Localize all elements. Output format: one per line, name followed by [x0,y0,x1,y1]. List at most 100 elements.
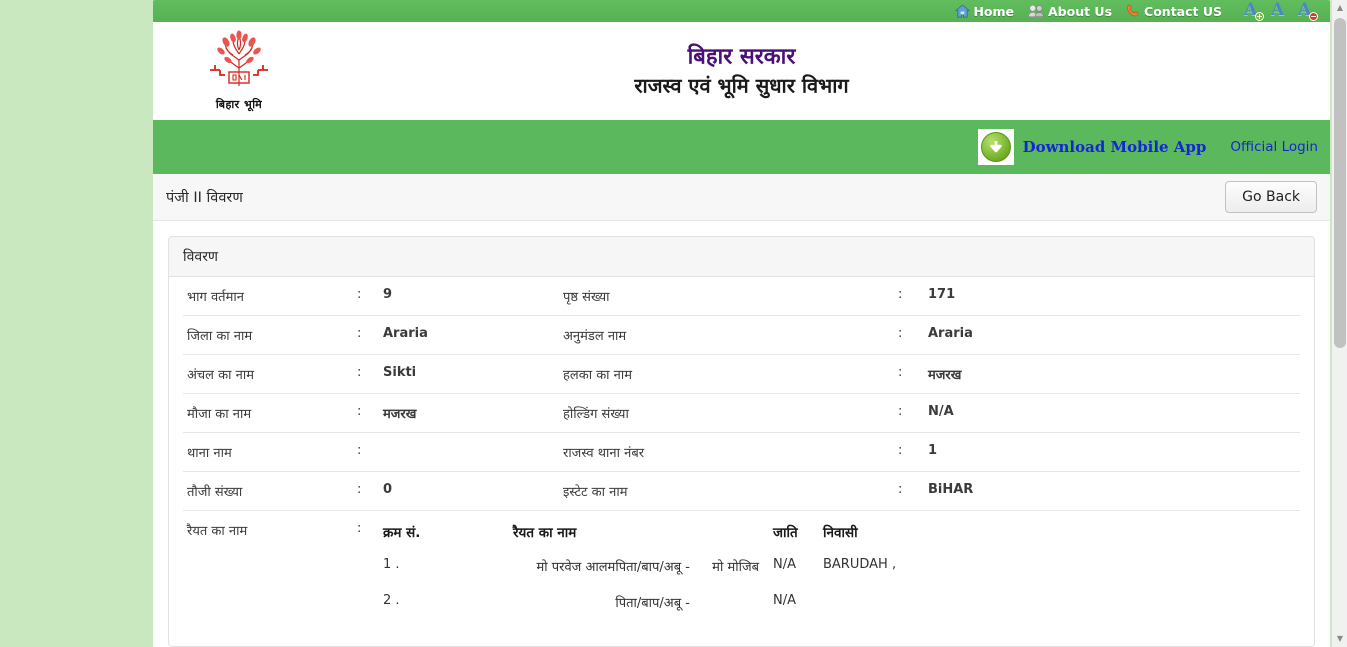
raiyat-name: मो परवेज आलम [536,560,616,575]
row-colon: : [353,315,379,355]
scroll-thumb[interactable] [1334,18,1346,348]
raiyat-relation: पिता/बाप/अबू - [615,560,690,575]
site-title-sub: राजस्व एवं भूमि सुधार विभाग [634,73,849,98]
page-heading-bar: पंजी II विवरण Go Back [153,174,1330,221]
table-row: भाग वर्तमान : 9 पृष्ठ संख्या : 171 [183,277,1300,316]
raiyat-father-name [712,593,773,629]
raiyat-father-name: मो मोजिब [712,560,760,575]
nav-about-us[interactable]: About Us [1028,4,1112,19]
increase-font-size-icon[interactable]: A + [1244,1,1264,21]
raiyat-section-row: रैयत का नाम : क्रम सं. रैयत का नाम जाति … [183,511,1300,640]
raiyat-name [513,593,615,629]
row-colon-2: : [894,471,924,511]
default-font-size-icon[interactable]: A [1271,0,1289,20]
raiyat-caste: N/A [773,593,796,608]
top-nav-links: Home About Us Contact US A + A A − [955,0,1318,21]
row-colon-2: : [894,277,924,316]
row-value: Sikti [379,354,559,394]
detail-panel: विवरण भाग वर्तमान : 9 पृष्ठ संख्या : 171 [168,236,1315,647]
download-icon[interactable] [977,129,1014,165]
scroll-down-arrow[interactable]: ▼ [1332,631,1347,647]
row-label: थाना नाम [183,432,353,472]
raiyat-relation: पिता/बाप/अबू - [615,596,690,611]
row-colon: : [353,354,379,394]
row-value-2: मजरख [924,354,1300,394]
detail-panel-body: भाग वर्तमान : 9 पृष्ठ संख्या : 171 जिला … [169,277,1314,639]
row-colon: : [353,277,379,316]
raiyat-section-label: रैयत का नाम [187,524,248,539]
row-value-2: BiHAR [924,471,1300,511]
row-label-2: इस्टेट का नाम [559,471,894,511]
site-title-main: बिहार सरकार [687,44,796,70]
row-label: जिला का नाम [183,315,353,355]
scroll-up-arrow[interactable]: ▲ [1332,0,1347,16]
detail-panel-heading: विवरण [169,237,1314,277]
row-colon-2: : [894,354,924,394]
raiyat-header-sno: क्रम सं. [383,525,421,541]
nav-about-us-label: About Us [1048,3,1113,19]
raiyat-section-colon: : [357,521,362,536]
row-colon: : [353,393,379,433]
official-login-link[interactable]: Official Login [1230,139,1318,155]
row-value [379,432,559,472]
row-value: 9 [379,277,559,316]
site-titles: बिहार सरकार राजस्व एवं भूमि सुधार विभाग [153,43,1330,100]
table-row: अंचल का नाम : Sikti हलका का नाम : मजरख [183,354,1300,394]
row-value: मजरख [379,393,559,433]
masthead: बिहार भूमि बिहार सरकार राजस्व एवं भूमि स… [153,22,1330,120]
people-icon [1028,4,1045,18]
detail-table: भाग वर्तमान : 9 पृष्ठ संख्या : 171 जिला … [183,277,1300,639]
nav-home[interactable]: Home [955,4,1014,19]
font-size-controls: A + A A − [1244,0,1318,21]
row-value: Araria [379,315,559,355]
plus-badge: + [1255,11,1264,21]
row-value-2: 171 [924,277,1300,316]
default-font-size-letter: A [1271,0,1285,20]
table-row: थाना नाम : राजस्व थाना नंबर : 1 [183,432,1300,472]
vertical-scrollbar[interactable]: ▲ ▼ [1331,0,1347,647]
row-label: भाग वर्तमान [183,277,353,316]
raiyat-table: क्रम सं. रैयत का नाम जाति निवासी 1 . मो … [383,523,923,629]
download-mobile-app-group[interactable]: Download Mobile App [977,129,1207,165]
row-value-2: Araria [924,315,1300,355]
row-label: अंचल का नाम [183,354,353,394]
raiyat-caste: N/A [773,557,796,572]
go-back-button[interactable]: Go Back [1225,181,1317,213]
row-colon-2: : [894,432,924,472]
nav-home-label: Home [973,3,1014,19]
row-label: तौजी संख्या [183,471,353,511]
page-root: ▲ ▼ Home About Us Contact US A + A A − ब… [0,0,1347,647]
row-label-2: होल्डिंग संख्या [559,393,894,433]
row-label-2: अनुमंडल नाम [559,315,894,355]
home-icon [955,4,971,19]
nav-contact-us-label: Contact US [1144,3,1222,19]
nav-contact-us[interactable]: Contact US [1126,4,1222,19]
table-row: जिला का नाम : Araria अनुमंडल नाम : Arari… [183,315,1300,355]
raiyat-header-row: क्रम सं. रैयत का नाम जाति निवासी [383,523,923,557]
table-row: मौजा का नाम : मजरख होल्डिंग संख्या : N/A [183,393,1300,433]
raiyat-sno: 1 . [383,557,400,572]
minus-badge: − [1309,11,1318,21]
row-label-2: हलका का नाम [559,354,894,394]
raiyat-table-cell: क्रम सं. रैयत का नाम जाति निवासी 1 . मो … [379,511,1300,640]
row-label-2: राजस्व थाना नंबर [559,432,894,472]
download-mobile-app-link[interactable]: Download Mobile App [1023,138,1207,156]
phone-icon [1126,4,1141,19]
raiyat-sno: 2 . [383,593,400,608]
raiyat-row: 1 . मो परवेज आलम पिता/बाप/अबू - मो मोजिब… [383,557,923,593]
raiyat-residence [823,593,923,629]
raiyat-header-caste: जाति [773,525,798,541]
row-value-2: 1 [924,432,1300,472]
row-label: मौजा का नाम [183,393,353,433]
row-colon: : [353,471,379,511]
row-label-2: पृष्ठ संख्या [559,277,894,316]
raiyat-header-name: रैयत का नाम [513,525,577,541]
row-colon-2: : [894,315,924,355]
table-row: तौजी संख्या : 0 इस्टेट का नाम : BiHAR [183,471,1300,511]
row-value: 0 [379,471,559,511]
row-value-2: N/A [924,393,1300,433]
raiyat-header-residence: निवासी [823,525,858,541]
decrease-font-size-icon[interactable]: A − [1298,1,1318,21]
top-navigation-bar: Home About Us Contact US A + A A − [153,0,1330,22]
raiyat-residence: BARUDAH , [823,557,897,572]
